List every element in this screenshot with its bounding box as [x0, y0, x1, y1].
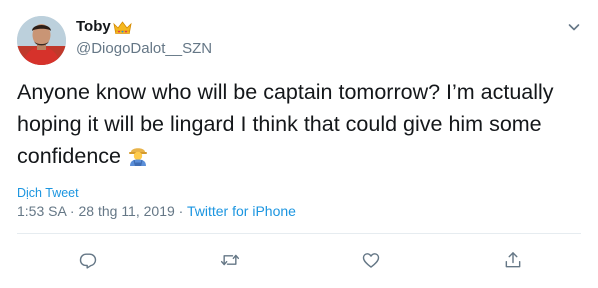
translate-tweet-link[interactable]: Dịch Tweet: [17, 185, 79, 201]
user-name-row[interactable]: Toby: [76, 18, 132, 36]
tweet-time[interactable]: 1:53 SA: [17, 203, 66, 219]
tweet-source-link[interactable]: Twitter for iPhone: [187, 203, 296, 219]
like-button[interactable]: [358, 247, 384, 273]
crown-icon: [113, 20, 132, 34]
tweet-body: Anyone know who will be captain tomorrow…: [17, 80, 554, 168]
avatar[interactable]: [17, 16, 66, 65]
tweet-text: Anyone know who will be captain tomorrow…: [17, 76, 583, 172]
tweet-actions: [0, 247, 598, 273]
share-button[interactable]: [500, 247, 526, 273]
retweet-button[interactable]: [217, 247, 243, 273]
meta-separator: ·: [174, 203, 187, 219]
reply-button[interactable]: [75, 247, 101, 273]
retweet-icon: [220, 254, 240, 266]
share-icon: [505, 252, 521, 268]
heart-icon: [362, 253, 380, 268]
avatar-image: [17, 16, 66, 65]
divider: [17, 233, 581, 234]
user-handle[interactable]: @DiogoDalot__SZN: [76, 40, 212, 58]
chevron-down-icon[interactable]: [567, 20, 581, 34]
tweet-date[interactable]: 28 thg 11, 2019: [79, 203, 175, 219]
reply-icon: [79, 253, 97, 269]
meta-separator: ·: [66, 203, 79, 219]
tweet-meta: 1:53 SA · 28 thg 11, 2019 · Twitter for …: [17, 202, 296, 220]
display-name[interactable]: Toby: [76, 18, 111, 36]
man-farmer-emoji: [127, 143, 149, 167]
